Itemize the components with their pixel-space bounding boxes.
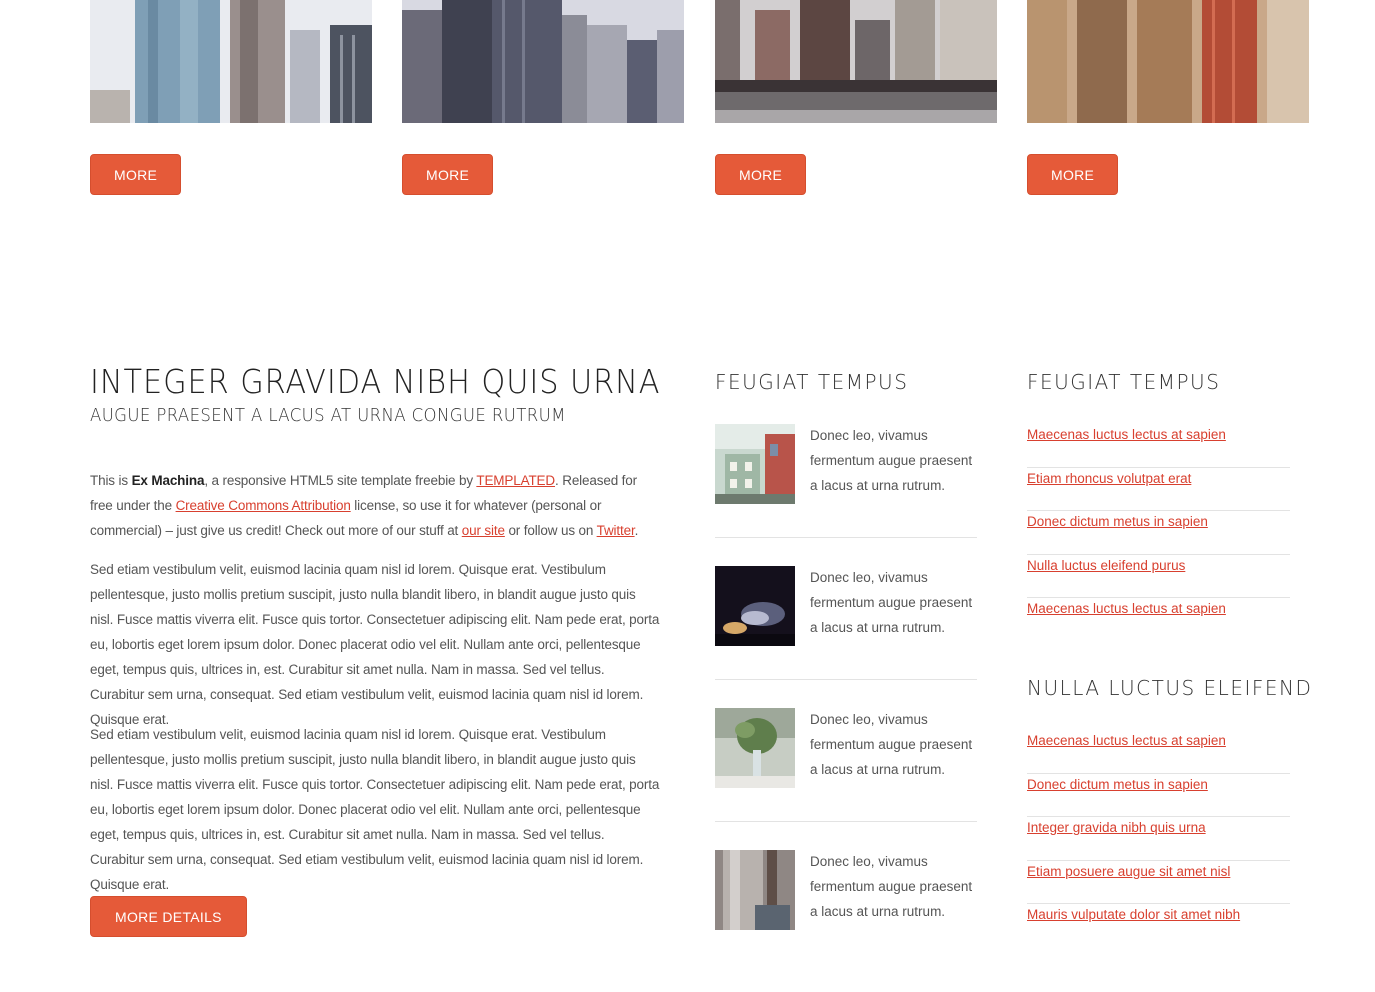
list-item: Maecenas luctus lectus at sapien — [1027, 424, 1290, 468]
sidebar-link[interactable]: Mauris vulputate dolor sit amet nibh — [1027, 907, 1240, 922]
list-item: Donec leo, vivamus fermentum augue praes… — [715, 424, 977, 566]
sidebar-link[interactable]: Donec dictum metus in sapien — [1027, 514, 1208, 529]
city-photo-1[interactable] — [90, 0, 372, 123]
list-item: Integer gravida nibh quis urna — [1027, 817, 1290, 861]
list-item-text: Donec leo, vivamus fermentum augue praes… — [810, 428, 973, 493]
thumbnail-plant[interactable] — [715, 708, 795, 788]
more-button-4[interactable]: MORE — [1027, 154, 1119, 195]
list-item: Donec leo, vivamus fermentum augue praes… — [715, 566, 977, 708]
divider — [715, 679, 977, 680]
right-section-1-links: Maecenas luctus lectus at sapien Etiam r… — [1027, 424, 1290, 642]
thumbnail-night-sky[interactable] — [715, 566, 795, 646]
brand-name: Ex Machina — [131, 473, 205, 488]
sidebar-link[interactable]: Maecenas luctus lectus at sapien — [1027, 601, 1226, 616]
body-paragraph-1: Sed etiam vestibulum velit, euismod laci… — [90, 562, 660, 727]
feature-card-2: MORE — [402, 0, 684, 195]
list-item: Nulla luctus eleifend purus — [1027, 555, 1290, 599]
sidebar-link[interactable]: Nulla luctus eleifend purus — [1027, 558, 1185, 573]
divider — [715, 821, 977, 822]
right-section-1-title: FEUGIAT TEMPUS — [1027, 370, 1221, 394]
twitter-link[interactable]: Twitter — [597, 523, 635, 538]
sidebar-link[interactable]: Maecenas luctus lectus at sapien — [1027, 427, 1226, 442]
middle-section-title: FEUGIAT TEMPUS — [715, 370, 909, 394]
list-item: Mauris vulputate dolor sit amet nibh — [1027, 904, 1290, 948]
feature-card-4: MORE — [1027, 0, 1309, 195]
list-item: Etiam posuere augue sit amet nisl — [1027, 861, 1290, 905]
thumbnail-houses[interactable] — [715, 424, 795, 504]
right-section-2-links: Maecenas luctus lectus at sapien Donec d… — [1027, 730, 1290, 948]
list-item: Donec leo, vivamus fermentum augue praes… — [715, 850, 977, 992]
more-button-3[interactable]: MORE — [715, 154, 807, 195]
city-photo-4[interactable] — [1027, 0, 1309, 123]
more-details-button[interactable]: MORE DETAILS — [90, 896, 247, 937]
city-photo-3[interactable] — [715, 0, 997, 123]
list-item-text: Donec leo, vivamus fermentum augue praes… — [810, 854, 973, 919]
page-title: INTEGER GRAVIDA NIBH QUIS URNA — [90, 362, 661, 401]
more-button-2[interactable]: MORE — [402, 154, 494, 195]
sidebar-link[interactable]: Integer gravida nibh quis urna — [1027, 820, 1206, 835]
more-button-1[interactable]: MORE — [90, 154, 182, 195]
right-section-2-title: NULLA LUCTUS ELEIFEND — [1027, 676, 1313, 700]
sidebar-link[interactable]: Etiam posuere augue sit amet nisl — [1027, 864, 1230, 879]
city-photo-2[interactable] — [402, 0, 684, 123]
list-item: Donec dictum metus in sapien — [1027, 774, 1290, 818]
page-subtitle: AUGUE PRAESENT A LACUS AT URNA CONGUE RU… — [90, 405, 566, 426]
feature-card-1: MORE — [90, 0, 372, 195]
body-paragraph-2: Sed etiam vestibulum velit, euismod laci… — [90, 727, 660, 892]
list-item: Maecenas luctus lectus at sapien — [1027, 598, 1290, 642]
divider — [715, 537, 977, 538]
our-site-link[interactable]: our site — [462, 523, 505, 538]
creative-commons-link[interactable]: Creative Commons Attribution — [176, 498, 351, 513]
list-item: Etiam rhoncus volutpat erat — [1027, 468, 1290, 512]
sidebar-link[interactable]: Maecenas luctus lectus at sapien — [1027, 733, 1226, 748]
list-item: Donec dictum metus in sapien — [1027, 511, 1290, 555]
templated-link[interactable]: TEMPLATED — [476, 473, 555, 488]
list-item: Maecenas luctus lectus at sapien — [1027, 730, 1290, 774]
list-item: Donec leo, vivamus fermentum augue praes… — [715, 708, 977, 850]
list-item-text: Donec leo, vivamus fermentum augue praes… — [810, 570, 973, 635]
sidebar-link[interactable]: Etiam rhoncus volutpat erat — [1027, 471, 1191, 486]
list-item-text: Donec leo, vivamus fermentum augue praes… — [810, 712, 973, 777]
sidebar-link[interactable]: Donec dictum metus in sapien — [1027, 777, 1208, 792]
feature-card-3: MORE — [715, 0, 997, 195]
thumbnail-window[interactable] — [715, 850, 795, 930]
intro-paragraph: This is Ex Machina, a responsive HTML5 s… — [90, 473, 639, 538]
